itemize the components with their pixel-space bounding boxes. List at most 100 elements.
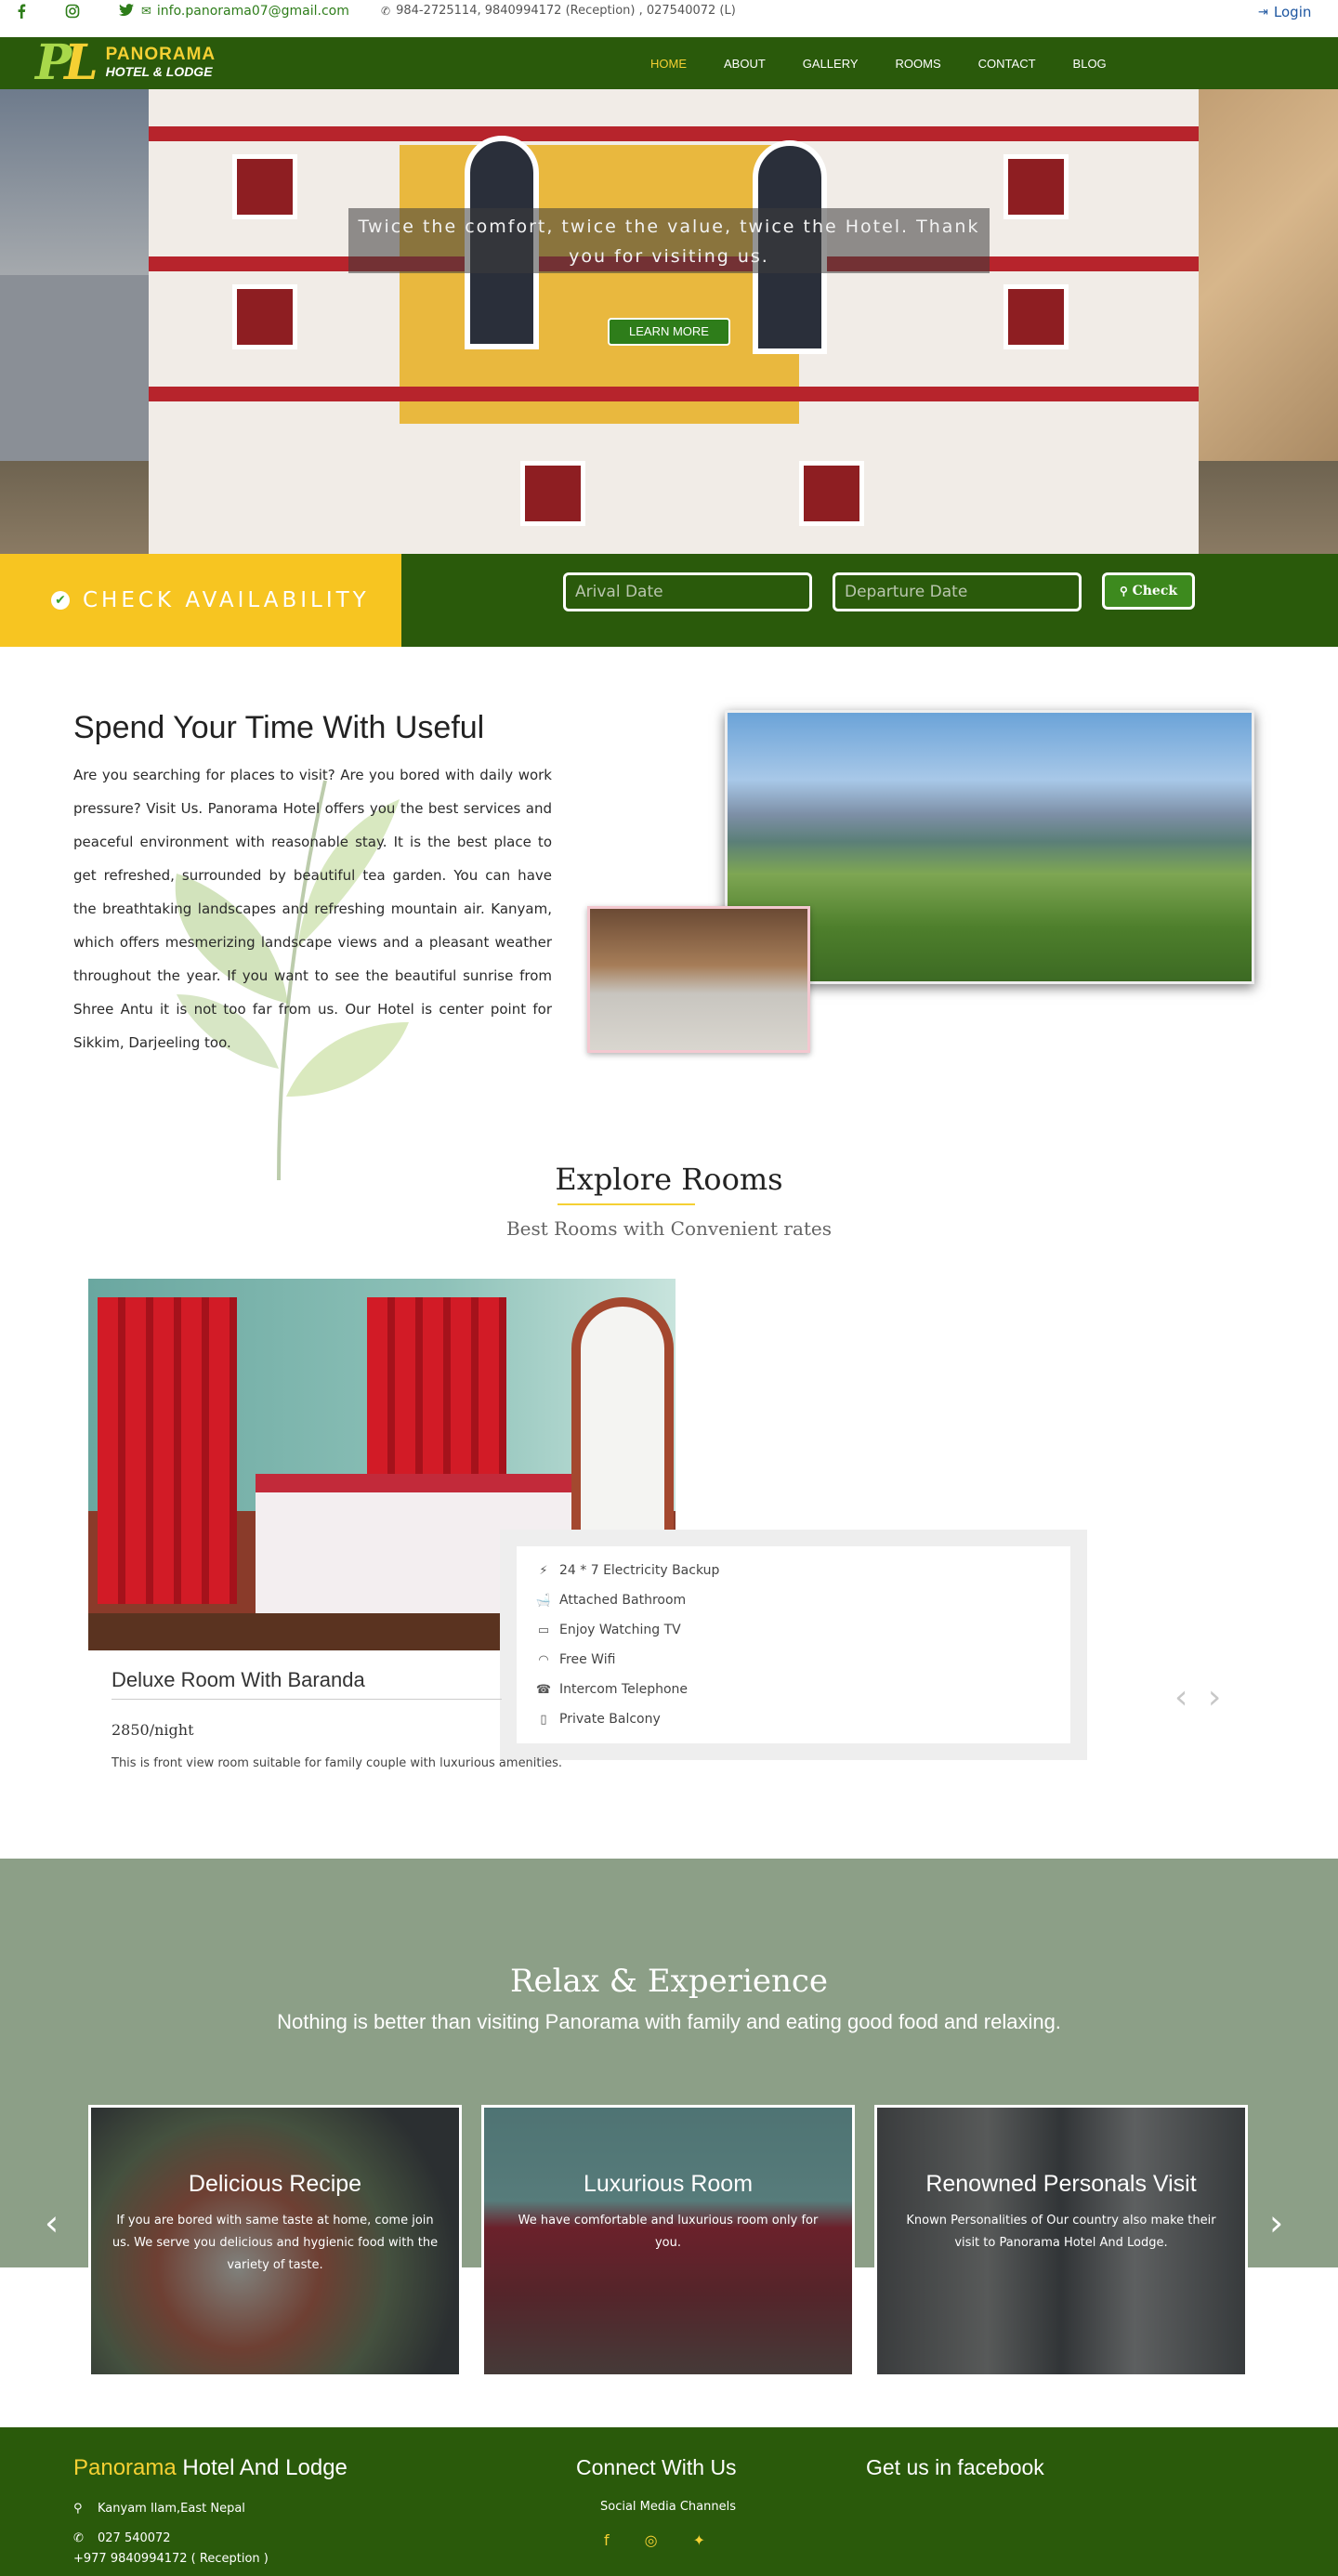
twitter-icon[interactable]: ✦	[693, 2531, 705, 2549]
building-stripe	[149, 387, 1199, 401]
nav-item-home[interactable]: HOME	[650, 57, 687, 71]
building-stripe	[149, 126, 1199, 141]
wifi-icon: ◠	[538, 1652, 549, 1667]
email-link[interactable]: ✉ info.panorama07@gmail.com	[141, 4, 349, 19]
login-label: Login	[1273, 4, 1312, 20]
rooms-title: Explore Rooms	[555, 1162, 783, 1197]
amenity-label: Free Wifi	[559, 1652, 616, 1667]
footer-brand: Panorama Hotel And Lodge	[73, 2455, 348, 2481]
phone-numbers: ✆ 984-2725114, 9840994172 (Reception) , …	[381, 4, 736, 18]
availability-title: CHECK AVAILABILITY	[83, 588, 370, 612]
about-text: Are you searching for places to visit? A…	[73, 767, 552, 1051]
chevron-right-icon[interactable]: ›	[1208, 1678, 1221, 1716]
carousel-prev-icon[interactable]: ‹	[45, 2202, 59, 2243]
instagram-icon[interactable]: ◎	[645, 2531, 658, 2549]
room-curtain	[98, 1297, 237, 1604]
building-window	[520, 461, 585, 526]
building-window	[232, 284, 297, 349]
room-divider	[112, 1699, 502, 1700]
room-description: This is front view room suitable for fam…	[112, 1756, 563, 1770]
nav-item-contact[interactable]: CONTACT	[978, 57, 1036, 71]
amenity-label: Attached Bathroom	[559, 1593, 687, 1608]
lobby-image	[587, 906, 810, 1053]
feature-card[interactable]: Delicious Recipe If you are bored with s…	[88, 2105, 462, 2377]
card-title: Renowned Personals Visit	[925, 2171, 1197, 2197]
card-title: Luxurious Room	[583, 2171, 754, 2197]
nav-menu: HOME ABOUT GALLERY ROOMS CONTACT BLOG	[650, 37, 1144, 89]
check-label: Check	[1132, 584, 1178, 598]
amenity-item: ▭ Enjoy Watching TV	[535, 1615, 1070, 1645]
amenity-label: 24 * 7 Electricity Backup	[559, 1563, 720, 1578]
plug-icon: ⚡	[539, 1563, 548, 1578]
chevron-left-icon[interactable]: ‹	[1174, 1678, 1187, 1716]
sign-in-icon: ⇥	[1258, 5, 1268, 20]
footer-phone: ✆ 027 540072	[73, 2531, 171, 2545]
check-button[interactable]: ⚲ Check	[1102, 572, 1195, 610]
availability-heading: ✔ CHECK AVAILABILITY	[0, 554, 401, 647]
room-carousel-arrows: ‹ ›	[1174, 1678, 1221, 1716]
logo[interactable]: PL PANORAMA HOTEL & LODGE	[35, 39, 216, 87]
logo-line1: PANORAMA	[105, 45, 216, 64]
relax-title: Relax & Experience	[509, 1963, 829, 2000]
room-name[interactable]: Deluxe Room With Baranda	[112, 1668, 365, 1692]
logo-text: PANORAMA HOTEL & LODGE	[106, 46, 216, 80]
nav-item-rooms[interactable]: ROOMS	[896, 57, 941, 71]
availability-bar: ✔ CHECK AVAILABILITY ⚲ Check	[0, 554, 1338, 647]
nav-item-blog[interactable]: BLOG	[1073, 57, 1107, 71]
phone-icon: ✆	[73, 2531, 84, 2545]
building-window	[799, 461, 864, 526]
footer-brand-rest: Hotel And Lodge	[182, 2455, 348, 2480]
amenity-item: ⚡ 24 * 7 Electricity Backup	[535, 1556, 1070, 1585]
phone-icon: ☎	[535, 1682, 552, 1697]
check-circle-icon: ✔	[51, 591, 70, 610]
arrival-date-input[interactable]	[563, 572, 812, 611]
amenities-box: ⚡ 24 * 7 Electricity Backup 🛁 Attached Bat…	[500, 1530, 1087, 1760]
facebook-title: Get us in facebook	[866, 2455, 1044, 2479]
hotel-yellow-wall	[400, 145, 799, 424]
logo-line2: HOTEL & LODGE	[105, 64, 213, 79]
amenity-label: Private Balcony	[559, 1712, 661, 1727]
relax-subtitle: Nothing is better than visiting Panorama…	[277, 2010, 1061, 2033]
room-price: 2850/night	[112, 1721, 194, 1739]
phone-text: 984-2725114, 9840994172 (Reception) , 02…	[396, 4, 736, 18]
building-window	[1004, 284, 1069, 349]
carousel-next-icon[interactable]: ›	[1269, 2202, 1283, 2243]
learn-more-button[interactable]: LEARN MORE	[608, 318, 730, 346]
bath-icon: 🛁	[535, 1593, 552, 1608]
login-link[interactable]: ⇥ Login	[1258, 4, 1311, 20]
feature-card[interactable]: Luxurious Room We have comfortable and l…	[481, 2105, 855, 2377]
footer-phone-reception: +977 9840994172 ( Reception )	[73, 2552, 269, 2566]
amenity-item: ◠ Free Wifi	[535, 1645, 1070, 1675]
amenity-item: 🛁 Attached Bathroom	[535, 1585, 1070, 1615]
instagram-icon[interactable]	[65, 4, 80, 19]
twitter-icon[interactable]	[119, 4, 134, 17]
card-text: Known Personalities of Our country also …	[906, 2214, 1216, 2250]
phone1-text: 027 540072	[98, 2531, 171, 2545]
nav-item-about[interactable]: ABOUT	[724, 57, 766, 71]
hero-banner: Twice the comfort, twice the value, twic…	[0, 89, 1338, 554]
feature-card[interactable]: Renowned Personals Visit Known Personali…	[874, 2105, 1248, 2377]
amenity-label: Enjoy Watching TV	[559, 1623, 681, 1637]
facebook-icon[interactable]: f	[604, 2531, 610, 2549]
card-text: We have comfortable and luxurious room o…	[518, 2214, 819, 2250]
card-title: Delicious Recipe	[188, 2171, 362, 2197]
building-window	[1004, 154, 1069, 219]
top-bar: ✉ info.panorama07@gmail.com ✆ 984-272511…	[0, 0, 1338, 37]
envelope-icon: ✉	[141, 4, 151, 19]
email-text: info.panorama07@gmail.com	[156, 4, 349, 19]
social-label: Social Media Channels	[600, 2500, 736, 2514]
footer-brand-highlight: Panorama	[73, 2455, 177, 2480]
footer-address: ⚲ Kanyam Ilam,East Nepal	[73, 2502, 245, 2516]
address-text: Kanyam Ilam,East Nepal	[98, 2502, 245, 2516]
footer-social-icons: f ◎ ✦	[604, 2531, 705, 2549]
nav-item-gallery[interactable]: GALLERY	[803, 57, 859, 71]
tv-icon: ▭	[537, 1623, 550, 1637]
departure-date-input[interactable]	[833, 572, 1082, 611]
building-window	[232, 154, 297, 219]
amenity-label: Intercom Telephone	[559, 1682, 689, 1697]
rooms-title-underline	[558, 1203, 695, 1205]
main-nav: PL PANORAMA HOTEL & LODGE HOME ABOUT GAL…	[0, 37, 1338, 89]
facebook-icon[interactable]	[17, 4, 26, 19]
logo-mark: PL	[35, 34, 98, 91]
amenity-item: ☎ Intercom Telephone	[535, 1675, 1070, 1704]
